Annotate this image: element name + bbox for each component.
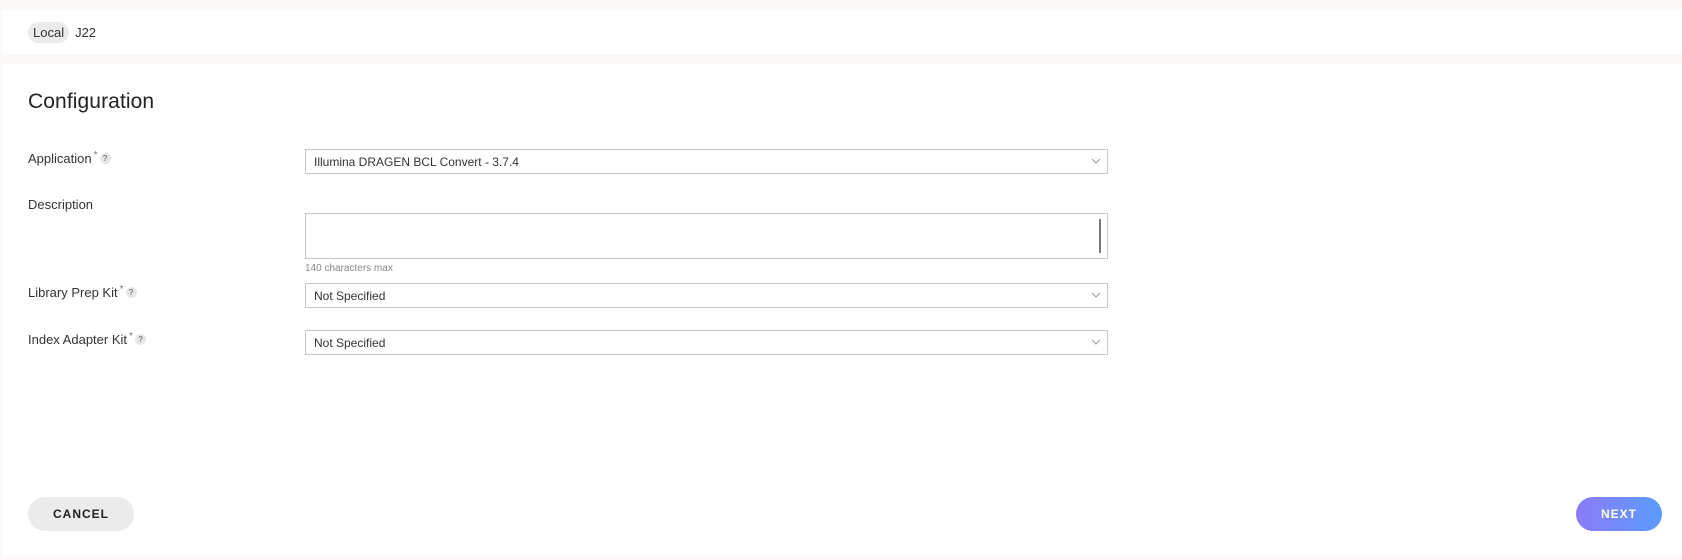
library-prep-kit-label-group: Library Prep Kit * ? [28, 284, 137, 300]
required-mark: * [119, 284, 124, 295]
application-select-value: Illumina DRAGEN BCL Convert - 3.7.4 [314, 154, 519, 169]
index-adapter-kit-label-group: Index Adapter Kit * ? [28, 331, 146, 347]
next-button[interactable]: NEXT [1576, 497, 1662, 531]
description-label-group: Description [28, 197, 93, 212]
run-name: J22 [75, 25, 97, 40]
chevron-down-icon [1091, 292, 1101, 298]
location-chip: Local [28, 22, 70, 43]
description-textarea[interactable] [305, 213, 1108, 259]
top-bar: Local J22 [2, 10, 1682, 55]
help-icon[interactable]: ? [99, 153, 111, 164]
index-adapter-kit-label: Index Adapter Kit [28, 332, 128, 347]
application-label: Application [28, 151, 92, 166]
chevron-down-icon [1091, 339, 1101, 345]
required-mark: * [93, 150, 98, 161]
index-adapter-kit-select-value: Not Specified [314, 335, 386, 350]
text-cursor [1099, 219, 1101, 253]
application-label-group: Application * ? [28, 150, 111, 166]
cancel-button[interactable]: CANCEL [28, 497, 134, 531]
chevron-down-icon [1091, 158, 1101, 164]
description-hint: 140 characters max [305, 263, 393, 274]
help-icon[interactable]: ? [134, 334, 146, 345]
library-prep-kit-select[interactable]: Not Specified [305, 283, 1108, 308]
configuration-panel: Configuration Application * ? Illumina D… [2, 64, 1682, 556]
library-prep-kit-select-value: Not Specified [314, 288, 386, 303]
index-adapter-kit-select[interactable]: Not Specified [305, 330, 1108, 355]
library-prep-kit-label: Library Prep Kit [28, 285, 118, 300]
page-title: Configuration [28, 90, 155, 113]
help-icon[interactable]: ? [125, 287, 137, 298]
required-mark: * [129, 331, 133, 342]
description-label: Description [28, 197, 94, 212]
application-select[interactable]: Illumina DRAGEN BCL Convert - 3.7.4 [305, 149, 1108, 174]
